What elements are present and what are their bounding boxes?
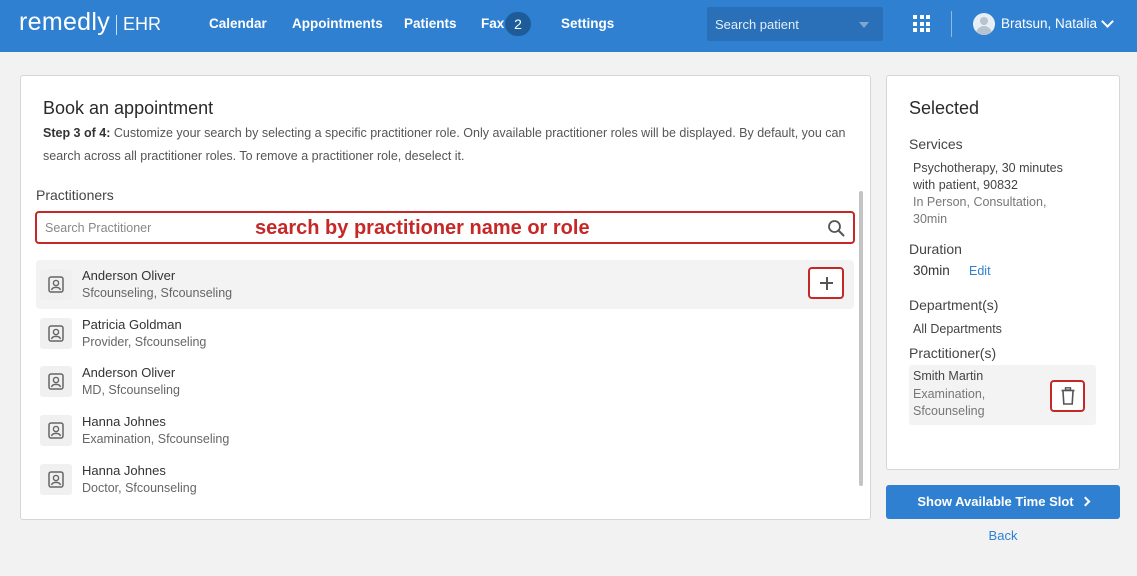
- top-navbar: remedly EHR Calendar Appointments Patien…: [0, 0, 1137, 52]
- practitioner-row[interactable]: Hanna Johnes Doctor, Sfcounseling: [36, 455, 854, 504]
- booking-card: Book an appointment Step 3 of 4: Customi…: [20, 75, 871, 520]
- practitioner-name: Patricia Goldman: [82, 317, 182, 332]
- nav-patients[interactable]: Patients: [404, 16, 457, 31]
- selected-role-line-1: Examination,: [913, 387, 986, 401]
- practitioner-role: Provider, Sfcounseling: [82, 335, 207, 349]
- back-link[interactable]: Back: [886, 528, 1120, 543]
- duration-value: 30min: [913, 263, 950, 278]
- departments-value: All Departments: [913, 322, 1002, 336]
- nav-settings[interactable]: Settings: [561, 16, 614, 31]
- nav-appointments[interactable]: Appointments: [292, 16, 383, 31]
- show-time-slot-button[interactable]: Show Available Time Slot: [886, 485, 1120, 519]
- person-icon: [40, 415, 72, 446]
- search-icon[interactable]: [827, 219, 845, 237]
- practitioner-row[interactable]: Anderson Oliver MD, Sfcounseling: [36, 357, 854, 406]
- practitioner-name: Anderson Oliver: [82, 268, 176, 283]
- service-line-2: with patient, 90832: [913, 178, 1018, 192]
- scrollbar-thumb[interactable]: [859, 191, 863, 486]
- app-logo[interactable]: remedly EHR: [19, 8, 161, 37]
- service-detail-1: In Person, Consultation,: [913, 195, 1047, 209]
- practitioner-name: Hanna Johnes: [82, 414, 166, 429]
- practitioner-row[interactable]: Hanna Johnes Examination, Sfcounseling: [36, 406, 854, 455]
- apps-grid-icon[interactable]: [913, 15, 930, 32]
- add-practitioner-button[interactable]: [808, 267, 844, 299]
- selected-title: Selected: [909, 98, 980, 118]
- service-line-1: Psychotherapy, 30 minutes: [913, 161, 1063, 175]
- person-icon: [40, 464, 72, 495]
- practitioner-role: MD, Sfcounseling: [82, 383, 180, 397]
- duration-label: Duration: [909, 241, 962, 257]
- person-icon: [40, 318, 72, 349]
- practitioner-search-input[interactable]: [45, 219, 245, 237]
- remove-practitioner-button[interactable]: [1050, 380, 1085, 412]
- patient-search: [707, 7, 883, 41]
- practitioners-selected-label: Practitioner(s): [909, 345, 997, 361]
- step-text: Customize your search by selecting a spe…: [43, 126, 846, 163]
- show-time-slot-label: Show Available Time Slot: [917, 494, 1074, 509]
- person-icon: [40, 366, 72, 397]
- trash-icon: [1061, 387, 1075, 405]
- practitioner-role: Sfcounseling, Sfcounseling: [82, 286, 233, 300]
- chevron-right-icon: [1080, 496, 1091, 507]
- edit-duration-link[interactable]: Edit: [969, 264, 991, 278]
- logo-sub: EHR: [123, 14, 162, 34]
- page-title: Book an appointment: [43, 98, 214, 118]
- practitioner-role: Doctor, Sfcounseling: [82, 481, 197, 495]
- service-detail-2: 30min: [913, 212, 948, 226]
- selected-practitioner-name: Smith Martin: [913, 369, 984, 383]
- selected-summary-card: Selected Services Psychotherapy, 30 minu…: [886, 75, 1120, 470]
- practitioner-name: Anderson Oliver: [82, 365, 176, 380]
- list-scrollbar[interactable]: [859, 191, 863, 486]
- person-icon: [40, 269, 72, 300]
- selected-practitioner: Smith Martin Examination, Sfcounseling: [909, 365, 1096, 425]
- practitioner-search: search by practitioner name or role: [35, 211, 855, 244]
- nav-divider: [951, 11, 952, 37]
- departments-label: Department(s): [909, 297, 999, 313]
- nav-calendar[interactable]: Calendar: [209, 16, 267, 31]
- chevron-down-icon[interactable]: [1101, 15, 1114, 28]
- services-label: Services: [909, 136, 963, 152]
- selected-role-line-2: Sfcounseling: [913, 404, 985, 418]
- practitioner-name: Hanna Johnes: [82, 463, 166, 478]
- practitioners-label: Practitioners: [36, 187, 114, 203]
- logo-main: remedly: [19, 8, 111, 36]
- nav-fax[interactable]: Fax: [481, 16, 504, 31]
- step-description: Step 3 of 4: Customize your search by se…: [43, 122, 855, 168]
- user-avatar[interactable]: [973, 13, 995, 35]
- practitioner-row[interactable]: Patricia Goldman Provider, Sfcounseling: [36, 309, 854, 358]
- practitioner-role: Examination, Sfcounseling: [82, 432, 230, 446]
- search-annotation: search by practitioner name or role: [255, 217, 590, 239]
- logo-divider: [116, 14, 118, 35]
- fax-count-badge[interactable]: 2: [505, 12, 531, 36]
- caret-down-icon[interactable]: [859, 22, 869, 28]
- selected-practitioner-role: Examination, Sfcounseling: [913, 386, 985, 420]
- step-label: Step 3 of 4:: [43, 126, 111, 140]
- patient-search-input[interactable]: [707, 7, 857, 41]
- practitioner-row[interactable]: Anderson Oliver Sfcounseling, Sfcounseli…: [36, 260, 854, 309]
- user-name[interactable]: Bratsun, Natalia: [1001, 16, 1097, 31]
